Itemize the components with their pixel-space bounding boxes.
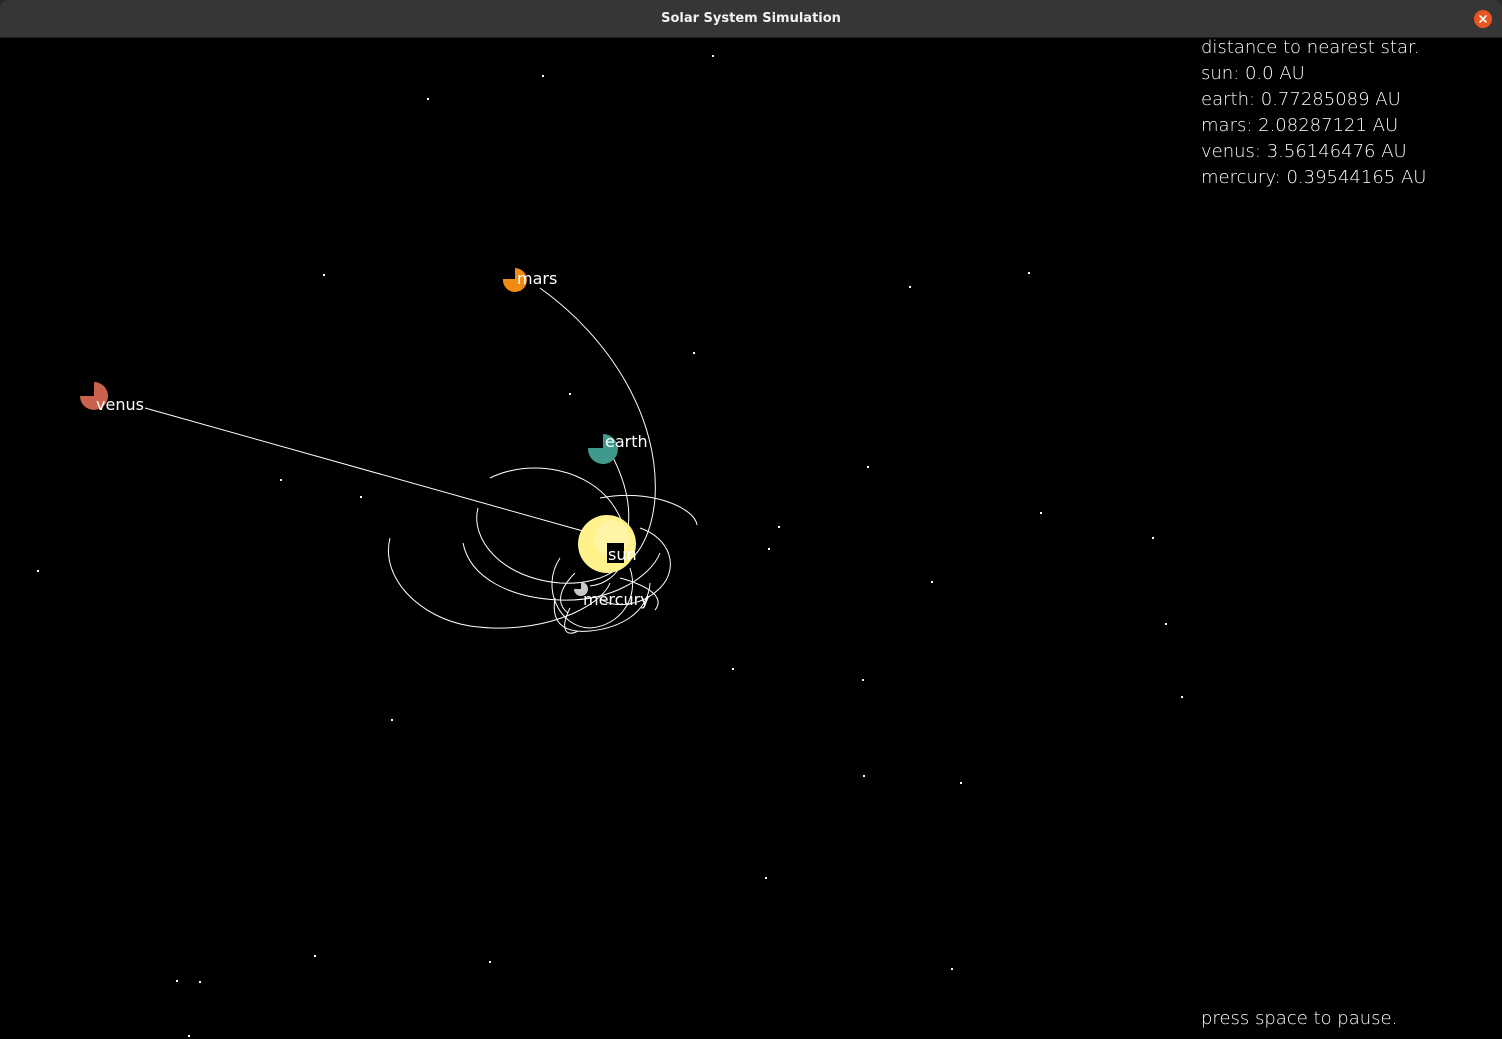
venus-label: venus [96,395,144,414]
close-button[interactable] [1474,10,1492,28]
distance-row-sun: sun: 0.0 AU [1201,63,1305,84]
star [960,782,962,784]
star [37,570,39,572]
star [188,1035,190,1037]
star [863,775,865,777]
star [1165,623,1167,625]
star [867,466,869,468]
distance-row-venus: venus: 3.56146476 AU [1201,141,1407,162]
window-title: Solar System Simulation [661,11,841,26]
title-bar[interactable]: Solar System Simulation [0,0,1502,38]
star [360,496,362,498]
app-window: Solar System Simulation mars venus earth… [0,0,1502,1039]
star [314,955,316,957]
star [909,286,911,288]
star [693,352,695,354]
star [489,961,491,963]
pause-hint: press space to pause. [1201,1008,1398,1029]
earth-label: earth [605,432,648,451]
star [199,981,201,983]
star [1028,272,1030,274]
star [569,393,571,395]
star [732,668,734,670]
sun-body [578,515,636,573]
orbit-trails [144,287,698,634]
mercury-label: mercury [583,590,650,609]
star [1181,696,1183,698]
orbit-arc-5 [560,572,576,614]
star [280,479,282,481]
star [542,75,544,77]
star [712,55,714,57]
mars-label: mars [517,269,558,288]
star [1040,512,1042,514]
distance-panel-title: distance to nearest star. [1201,37,1420,58]
star [765,877,767,879]
star [778,526,780,528]
venus-trail [144,407,591,534]
distance-row-mercury: mercury: 0.39544165 AU [1201,167,1427,188]
star [176,980,178,982]
star [768,548,770,550]
sun-label: sun [608,545,637,564]
star [1152,537,1154,539]
star [862,679,864,681]
simulation-canvas[interactable]: mars venus earth sun mercury distance to… [0,38,1502,1039]
star [931,581,933,583]
distance-row-mars: mars: 2.08287121 AU [1201,115,1399,136]
star [391,719,393,721]
distance-row-earth: earth: 0.77285089 AU [1201,89,1401,110]
distance-panel: distance to nearest star. sun: 0.0 AU ea… [1201,38,1426,194]
star [427,98,429,100]
star [951,968,953,970]
star [323,274,325,276]
close-icon [1479,15,1487,23]
